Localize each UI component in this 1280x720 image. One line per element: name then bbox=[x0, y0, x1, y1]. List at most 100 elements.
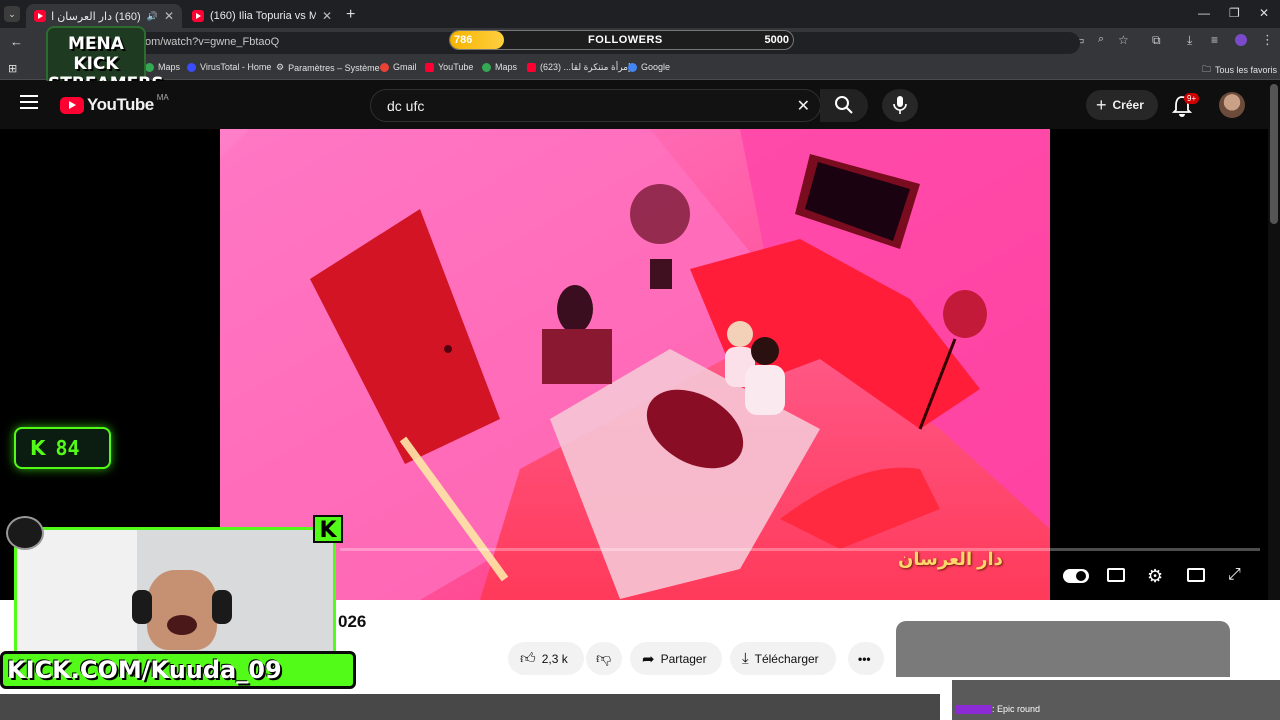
bookmark-video[interactable]: إمرأة متنكرة لقا... (623) bbox=[527, 62, 630, 73]
gear-icon: ⚙ bbox=[276, 62, 285, 72]
star-bookmark-icon[interactable]: ☆ bbox=[1118, 33, 1129, 47]
bookmark-gmail[interactable]: Gmail bbox=[380, 62, 417, 72]
miniplayer-icon[interactable] bbox=[1187, 568, 1205, 582]
media-icon[interactable]: ≡ bbox=[1211, 33, 1218, 47]
tab-search-button[interactable]: ⌄ bbox=[4, 6, 20, 22]
clear-search-icon[interactable]: ✕ bbox=[797, 96, 810, 116]
youtube-wordmark: YouTube bbox=[87, 95, 154, 114]
search-input[interactable]: dc ufc ✕ bbox=[370, 89, 821, 122]
like-button[interactable]: 👍︎ 2,3 k bbox=[508, 642, 584, 675]
video-caption: دار العرسان bbox=[898, 549, 1003, 569]
close-window-icon[interactable]: ✕ bbox=[1259, 6, 1269, 20]
youtube-play-icon bbox=[60, 96, 84, 114]
like-count: 2,3 k bbox=[541, 651, 568, 666]
country-code: MA bbox=[156, 92, 169, 102]
browser-tab-active[interactable]: (160) دار العرسان الموسم 2 🔊 ✕ bbox=[26, 4, 182, 28]
maps-icon bbox=[145, 62, 154, 72]
minimize-icon[interactable]: — bbox=[1198, 6, 1210, 20]
bookmark-virustotal[interactable]: VirusTotal - Home bbox=[187, 62, 271, 72]
mena-kick-streamers-logo: MENA KICK STREAMERS bbox=[46, 26, 164, 94]
tab-title: (160) Ilia Topuria vs Max Hollow bbox=[210, 10, 316, 22]
bookmark-google[interactable]: Google bbox=[628, 62, 670, 72]
hamburger-menu-icon[interactable] bbox=[20, 95, 38, 109]
all-bookmarks[interactable]: 🗀 Tous les favoris bbox=[1202, 62, 1277, 78]
chat-overlay: : Epic round bbox=[952, 680, 1280, 720]
bookmark-youtube[interactable]: YouTube bbox=[425, 62, 473, 72]
streamer-webcam bbox=[14, 527, 336, 655]
bookmark-maps-2[interactable]: Maps bbox=[482, 62, 517, 72]
microphone-icon bbox=[893, 96, 907, 114]
bookmark-settings[interactable]: ⚙ Paramètres – Système bbox=[276, 62, 380, 73]
profile-icon[interactable] bbox=[1235, 34, 1247, 46]
create-button[interactable]: + Créer bbox=[1086, 90, 1158, 120]
kick-channel-url: KICK.COM/Kuuda_09 bbox=[7, 656, 282, 684]
notification-badge: 9+ bbox=[1184, 93, 1200, 104]
folder-icon: 🗀 bbox=[1202, 64, 1212, 74]
more-horizontal-icon: ••• bbox=[858, 651, 871, 666]
kick-viewer-counter: K 84 bbox=[14, 427, 111, 469]
menu-kebab-icon[interactable]: ⋮ bbox=[1261, 32, 1274, 48]
gmail-icon bbox=[380, 62, 389, 72]
extensions-icon[interactable]: ⧉ bbox=[1152, 33, 1161, 48]
followers-label: FOLLOWERS bbox=[588, 34, 663, 46]
logo-line-1: MENA KICK bbox=[68, 34, 124, 74]
kick-counter-value: 84 bbox=[55, 436, 80, 460]
chat-message: : Epic round bbox=[956, 704, 1041, 715]
browser-tab[interactable]: (160) Ilia Topuria vs Max Hollow ✕ bbox=[184, 4, 340, 28]
browser-tab-bar: ⌄ (160) دار العرسان الموسم 2 🔊 ✕ (160) I… bbox=[0, 0, 1280, 28]
zoom-icon[interactable]: ⌕ bbox=[1098, 33, 1104, 46]
page-scrollbar[interactable] bbox=[1270, 84, 1278, 224]
notifications-button[interactable]: 9+ bbox=[1171, 93, 1200, 119]
streamer-badge-icon bbox=[6, 516, 44, 550]
taskbar-strip bbox=[0, 694, 940, 720]
maps-icon bbox=[482, 62, 491, 72]
thumbs-down-icon: 👎︎ bbox=[596, 649, 612, 667]
tab-title: (160) دار العرسان الموسم 2 bbox=[52, 10, 141, 23]
speaker-icon: 🔊 bbox=[146, 10, 158, 21]
close-tab-icon[interactable]: ✕ bbox=[164, 9, 174, 23]
bookmark-maps[interactable]: Maps bbox=[145, 62, 180, 72]
followers-current: 786 bbox=[454, 34, 473, 46]
share-button[interactable]: ➦ Partager bbox=[630, 642, 722, 675]
avatar[interactable] bbox=[1219, 92, 1245, 118]
search-button[interactable] bbox=[820, 89, 868, 122]
dislike-button[interactable]: 👎︎ bbox=[586, 642, 622, 675]
chat-text: : Epic round bbox=[992, 704, 1041, 714]
kick-channel-banner: KICK.COM/Kuuda_09 bbox=[0, 651, 356, 689]
autoplay-toggle[interactable] bbox=[1063, 569, 1089, 583]
followers-goal-bar: 786 FOLLOWERS 5000 bbox=[449, 30, 794, 50]
followers-goal: 5000 bbox=[764, 34, 789, 46]
chat-panel bbox=[896, 621, 1230, 677]
apps-icon[interactable]: ⊞ bbox=[8, 62, 17, 75]
back-icon[interactable]: ← bbox=[10, 34, 23, 49]
url-text: om/watch?v=gwne_FbtaoQ bbox=[145, 36, 280, 48]
plus-icon: + bbox=[1096, 94, 1107, 115]
download-icon[interactable]: ⤓ bbox=[1187, 33, 1192, 48]
voice-search-button[interactable] bbox=[882, 89, 918, 122]
close-tab-icon[interactable]: ✕ bbox=[322, 9, 332, 23]
restore-icon[interactable]: ❐ bbox=[1229, 6, 1240, 20]
share-label: Partager bbox=[660, 651, 707, 666]
video-player[interactable]: دار العرسان bbox=[220, 129, 1050, 600]
video-letterbox-right bbox=[1050, 129, 1268, 600]
search-icon bbox=[835, 96, 853, 114]
video-progress-bar[interactable] bbox=[340, 548, 1260, 551]
webcam-kick-k-icon: K bbox=[313, 515, 343, 543]
youtube-logo[interactable]: YouTube MA bbox=[60, 92, 169, 115]
video-frame bbox=[220, 129, 1050, 600]
fullscreen-icon[interactable]: ⤢ bbox=[1228, 566, 1241, 584]
youtube-favicon-icon bbox=[34, 10, 46, 22]
create-label: Créer bbox=[1112, 98, 1144, 112]
subtitles-icon[interactable] bbox=[1107, 568, 1125, 582]
virustotal-icon bbox=[187, 62, 196, 72]
share-icon: ➦ bbox=[642, 650, 655, 668]
video-title: 026 bbox=[338, 612, 367, 631]
download-button[interactable]: ⤓ Télécharger bbox=[730, 642, 836, 675]
download-label: Télécharger bbox=[754, 651, 819, 666]
chat-user bbox=[956, 705, 992, 715]
youtube-icon bbox=[527, 63, 536, 72]
download-arrow-icon: ⤓ bbox=[742, 650, 749, 667]
more-actions-button[interactable]: ••• bbox=[848, 642, 884, 675]
new-tab-button[interactable]: + bbox=[346, 6, 355, 24]
settings-gear-icon[interactable]: ⚙ bbox=[1147, 566, 1163, 587]
